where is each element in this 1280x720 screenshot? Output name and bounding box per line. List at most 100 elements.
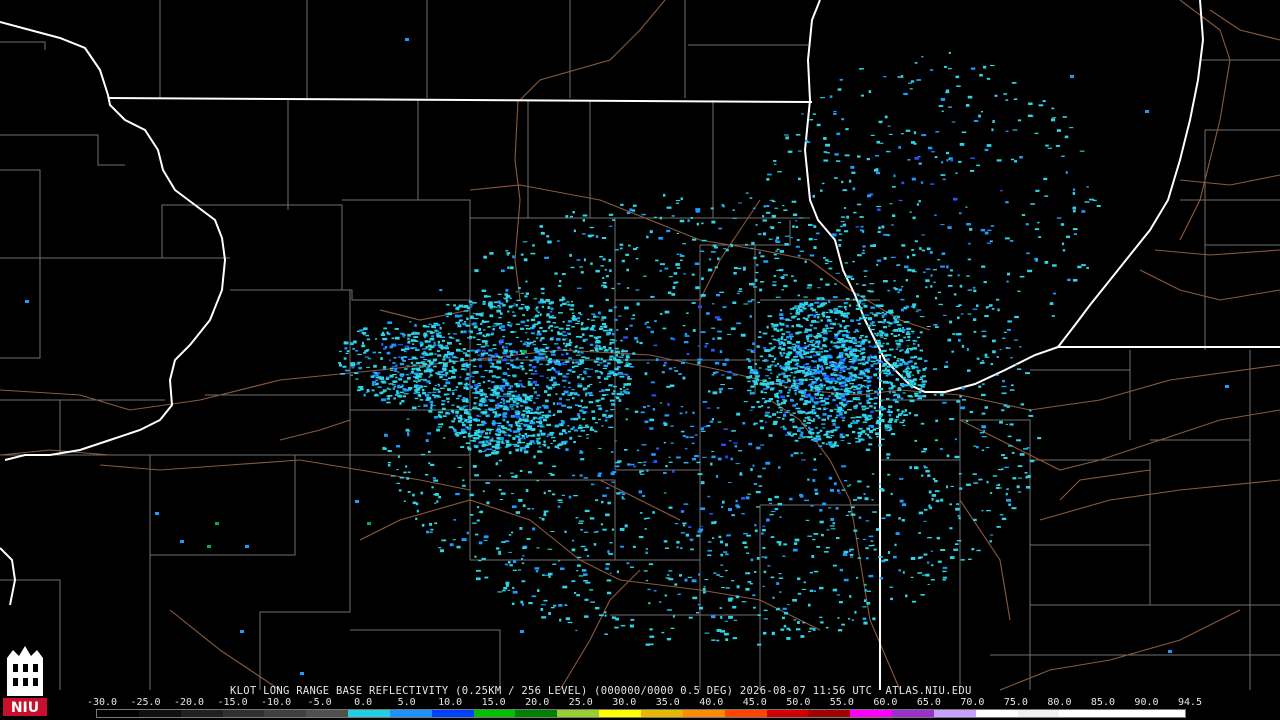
echo-pixel [461, 406, 466, 408]
echo-pixel [732, 301, 737, 304]
echo-pixel [590, 601, 595, 603]
echo-pixel [533, 443, 536, 445]
echo-pixel [900, 358, 904, 362]
echo-pixel [856, 203, 862, 206]
echo-pixel [884, 313, 887, 316]
echo-pixel [616, 396, 620, 400]
echo-pixel [670, 627, 675, 629]
echo-pixel [532, 380, 537, 384]
echo-pixel [763, 570, 767, 574]
echo-pixel [422, 365, 426, 367]
echo-pixel [1072, 279, 1078, 282]
echo-pixel [795, 225, 799, 229]
echo-pixel [423, 332, 428, 335]
echo-pixel [1064, 135, 1069, 139]
echo-pixel [855, 319, 861, 322]
echo-pixel [702, 587, 706, 591]
echo-pixel [454, 389, 458, 391]
echo-pixel [826, 354, 832, 358]
echo-pixel [803, 331, 808, 333]
echo-pixel [871, 544, 875, 546]
echo-pixel [764, 421, 768, 424]
echo-pixel [848, 337, 853, 339]
echo-pixel [940, 393, 944, 397]
echo-pixel [798, 177, 801, 181]
echo-pixel [521, 434, 525, 437]
echo-pixel [573, 229, 576, 233]
echo-pixel [869, 354, 872, 357]
echo-pixel [847, 346, 852, 348]
echo-pixel [502, 413, 506, 416]
echo-pixel [886, 342, 890, 345]
echo-pixel [620, 339, 623, 342]
echo-pixel [775, 296, 781, 298]
echo-pixel [543, 405, 549, 408]
echo-pixel [383, 327, 387, 330]
echo-pixel [595, 340, 600, 342]
echo-pixel [892, 186, 896, 188]
echo-pixel [838, 330, 844, 333]
echo-pixel [958, 473, 962, 475]
echo-pixel [760, 390, 764, 394]
echo-pixel [607, 362, 611, 365]
echo-pixel [829, 443, 833, 446]
echo-pixel [507, 589, 511, 591]
echo-pixel [741, 513, 745, 515]
echo-pixel [536, 333, 542, 336]
echo-pixel [946, 159, 949, 162]
echo-pixel [933, 281, 936, 284]
echo-pixel [901, 519, 905, 522]
echo-pixel [595, 399, 599, 403]
echo-pixel [1053, 292, 1056, 295]
echo-pixel [437, 390, 441, 393]
echo-pixel [982, 383, 985, 385]
echo-pixel [1005, 99, 1009, 101]
echo-pixel [716, 294, 721, 297]
echo-pixel [463, 305, 469, 308]
echo-pixel [841, 365, 845, 367]
echo-pixel [620, 391, 623, 394]
echo-pixel [895, 348, 899, 350]
echo-pixel [501, 378, 506, 381]
echo-pixel [550, 329, 554, 332]
echo-pixel [796, 239, 800, 241]
echo-pixel [722, 205, 725, 208]
echo-pixel [866, 485, 870, 488]
echo-pixel [592, 417, 596, 420]
echo-pixel [500, 437, 504, 440]
echo-pixel [823, 357, 828, 361]
echo-pixel [474, 419, 478, 422]
echo-pixel [507, 561, 511, 564]
echo-pixel [704, 579, 709, 581]
echo-pixel [646, 469, 649, 472]
echo-pixel [415, 374, 419, 378]
echo-pixel [792, 548, 798, 552]
echo-pixel [829, 310, 834, 314]
echo-pixel [887, 473, 891, 476]
echo-pixel [857, 301, 861, 304]
echo-pixel [845, 353, 849, 356]
echo-pixel [825, 316, 831, 319]
echo-pixel [812, 479, 816, 482]
echo-pixel [515, 291, 519, 293]
echo-pixel [345, 352, 349, 354]
echo-pixel [477, 506, 480, 509]
echo-pixel [423, 334, 428, 337]
echo-pixel [528, 442, 533, 446]
echo-pixel [902, 327, 904, 329]
echo-pixel [793, 376, 796, 379]
echo-pixel [646, 321, 649, 324]
echo-pixel [429, 400, 434, 404]
echo-pixel [346, 350, 350, 353]
echo-pixel [745, 192, 749, 194]
echo-pixel [424, 340, 429, 343]
echo-pixel [770, 323, 774, 325]
echo-pixel [741, 497, 745, 500]
echo-pixel [843, 207, 847, 209]
echo-pixel [755, 375, 760, 378]
echo-pixel [880, 438, 885, 440]
echo-pixel [482, 410, 488, 413]
echo-pixel [576, 287, 582, 289]
echo-pixel [539, 363, 543, 365]
echo-pixel [463, 310, 469, 312]
